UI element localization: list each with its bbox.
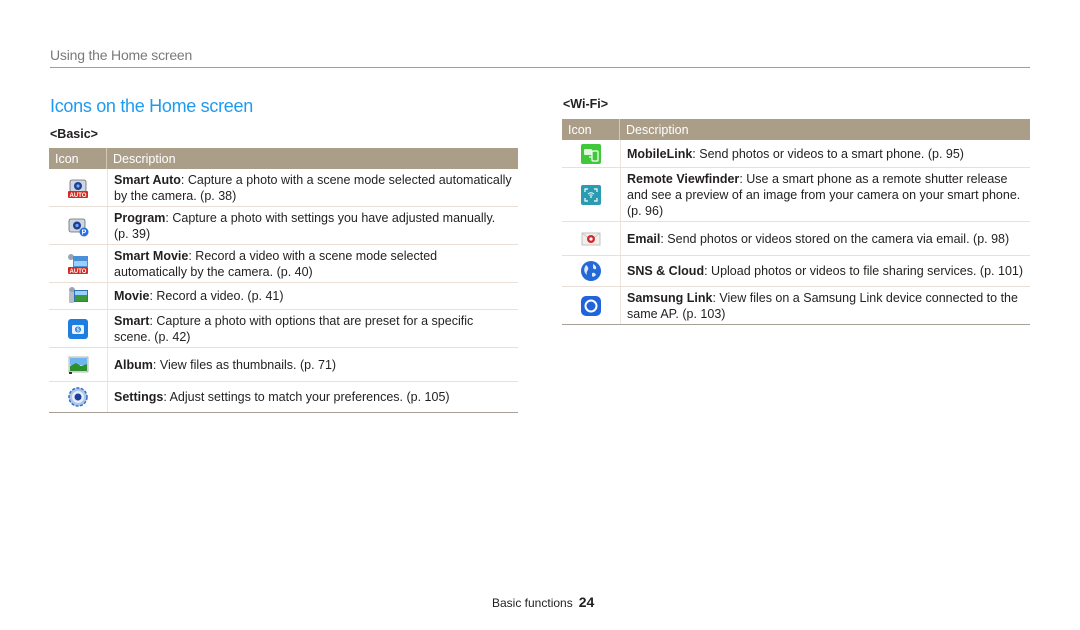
table-header: Icon Description	[562, 119, 1030, 140]
wifi-icons-table: Icon Description MobileLink: Send photos…	[562, 119, 1030, 325]
email-icon	[580, 228, 602, 250]
table-row: Email: Send photos or videos stored on t…	[562, 222, 1030, 256]
column-header-icon: Icon	[49, 148, 107, 169]
column-header-icon: Icon	[562, 119, 620, 140]
page-number: 24	[578, 594, 595, 610]
smart-movie-icon: AUTO	[67, 253, 89, 275]
table-row: Album: View files as thumbnails. (p. 71)	[49, 348, 518, 382]
mode-name: Smart	[114, 313, 150, 328]
mode-name: Email	[627, 231, 661, 246]
smart-scene-icon: S	[67, 318, 89, 340]
basic-subhead: <Basic>	[50, 127, 98, 141]
mode-description: : Upload photos or videos to file sharin…	[704, 264, 1024, 278]
section-title: Icons on the Home screen	[50, 96, 253, 116]
settings-gear-icon	[67, 386, 89, 408]
mode-name: Remote Viewfinder	[627, 171, 740, 186]
mode-description: : Adjust settings to match your preferen…	[163, 390, 450, 404]
table-row: Remote Viewfinder: Use a smart phone as …	[562, 168, 1030, 222]
album-icon	[67, 354, 89, 376]
page-footer: Basic functions 24	[492, 594, 594, 610]
mode-name: Samsung Link	[627, 290, 713, 305]
mobilelink-icon	[580, 143, 602, 165]
mode-name: Smart Movie	[114, 248, 189, 263]
mode-description: : Capture a photo with settings you have…	[114, 210, 496, 241]
svg-text:AUTO: AUTO	[70, 193, 87, 199]
sns-cloud-globe-icon	[580, 260, 602, 282]
table-row: S Smart: Capture a photo with options th…	[49, 310, 518, 348]
table-row: MobileLink: Send photos or videos to a s…	[562, 140, 1030, 168]
mode-name: Album	[114, 357, 153, 372]
mode-name: Smart Auto	[114, 172, 181, 187]
program-camera-icon: P	[67, 215, 89, 237]
samsung-link-icon	[580, 295, 602, 317]
table-row: Movie: Record a video. (p. 41)	[49, 283, 518, 310]
footer-section-name: Basic functions	[492, 596, 573, 610]
running-head: Using the Home screen	[50, 47, 193, 63]
mode-name: Settings	[114, 390, 164, 404]
table-row: P Program: Capture a photo with settings…	[49, 207, 518, 245]
mode-description: : Send photos or videos to a smart phone…	[692, 146, 964, 161]
svg-text:P: P	[82, 229, 87, 236]
mode-name: SNS & Cloud	[627, 264, 705, 278]
mode-name: Movie	[114, 289, 150, 303]
table-row: SNS & Cloud: Upload photos or videos to …	[562, 256, 1030, 287]
mode-name: Program	[114, 210, 166, 225]
mode-name: MobileLink	[627, 146, 693, 161]
smart-auto-camera-icon: AUTO	[67, 177, 89, 199]
table-row: Settings: Adjust settings to match your …	[49, 382, 518, 413]
mode-description: : View files as thumbnails. (p. 71)	[152, 357, 337, 372]
table-row: AUTO Smart Movie: Record a video with a …	[49, 245, 518, 283]
svg-text:AUTO: AUTO	[70, 269, 87, 275]
header-rule	[50, 67, 1030, 68]
mode-description: : Record a video. (p. 41)	[149, 289, 284, 303]
remote-viewfinder-icon	[580, 184, 602, 206]
column-header-description: Description	[113, 151, 176, 166]
table-row: Samsung Link: View files on a Samsung Li…	[562, 287, 1030, 325]
table-row: AUTO Smart Auto: Capture a photo with a …	[49, 169, 518, 207]
mode-description: : Capture a photo with options that are …	[114, 313, 474, 344]
wifi-subhead: <Wi-Fi>	[563, 97, 609, 111]
mode-description: : Send photos or videos stored on the ca…	[660, 231, 1010, 246]
basic-icons-table: Icon Description AUTO Smart Auto: Captur…	[49, 148, 518, 413]
movie-icon	[67, 285, 89, 307]
column-header-description: Description	[626, 122, 689, 137]
table-header: Icon Description	[49, 148, 518, 169]
